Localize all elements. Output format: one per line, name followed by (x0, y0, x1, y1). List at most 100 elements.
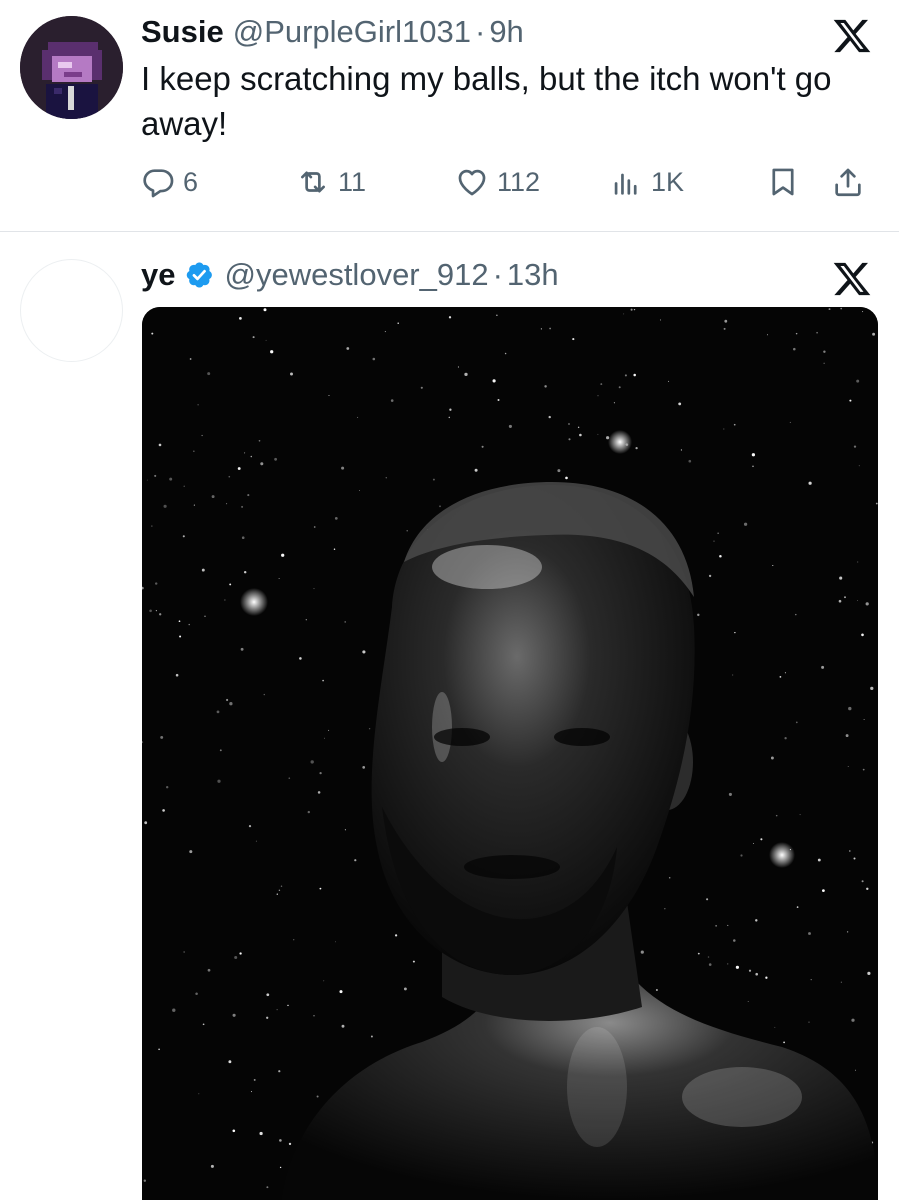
timestamp[interactable]: 9h (489, 14, 523, 50)
star (287, 1004, 289, 1007)
star (263, 308, 267, 312)
star (572, 338, 575, 341)
timestamp[interactable]: 13h (507, 257, 559, 293)
star (228, 475, 231, 478)
star (630, 308, 633, 311)
star (862, 768, 865, 771)
star (232, 1129, 236, 1133)
star (697, 952, 700, 955)
like-count: 112 (497, 166, 541, 197)
reply-button[interactable]: 6 (141, 162, 198, 202)
star (151, 525, 153, 527)
star (861, 880, 864, 883)
star (783, 1041, 785, 1044)
star (346, 347, 350, 350)
heart-icon (458, 169, 486, 196)
star (544, 385, 547, 388)
star (207, 968, 211, 972)
star (188, 623, 190, 626)
star (155, 582, 158, 585)
star (848, 706, 852, 711)
star (201, 434, 203, 437)
star (237, 467, 241, 470)
star (159, 613, 162, 616)
star (344, 829, 346, 831)
bookmark-button[interactable] (766, 162, 800, 202)
star (266, 1016, 269, 1019)
star (432, 478, 435, 481)
user-handle[interactable]: @PurpleGirl1031 (233, 14, 471, 50)
star (497, 398, 500, 402)
star (779, 676, 782, 678)
star (707, 956, 710, 958)
star (508, 424, 512, 428)
star (266, 1186, 269, 1189)
star (839, 576, 843, 580)
star (154, 474, 157, 477)
user-handle[interactable]: @yewestlover_912 (224, 257, 488, 293)
display-name[interactable]: Susie (141, 14, 224, 50)
star (857, 561, 859, 563)
retweet-button[interactable]: 11 (296, 162, 366, 202)
star (752, 465, 754, 468)
star (328, 729, 330, 731)
star (169, 477, 173, 481)
star (816, 331, 818, 334)
star (339, 990, 343, 994)
star (624, 374, 627, 377)
star (288, 1142, 292, 1146)
star (772, 564, 774, 567)
star (565, 476, 568, 480)
star (279, 1139, 282, 1142)
star (613, 402, 615, 404)
star (420, 386, 423, 389)
share-button[interactable] (831, 162, 865, 202)
star (623, 313, 625, 315)
avatar[interactable] (20, 16, 123, 119)
x-logo-icon[interactable] (832, 259, 872, 299)
star (201, 568, 205, 572)
avatar[interactable] (20, 259, 123, 362)
star (263, 693, 265, 696)
star (216, 710, 220, 714)
star (795, 332, 798, 335)
display-name[interactable]: ye (141, 257, 175, 293)
tweet-susie[interactable]: Susie @PurpleGirl1031 · 9h I keep scratc… (0, 0, 899, 232)
star (189, 358, 192, 360)
star (789, 421, 791, 423)
star (822, 889, 825, 892)
star (241, 505, 244, 508)
star (403, 987, 407, 991)
star (385, 477, 387, 479)
star (183, 951, 185, 953)
star (823, 350, 826, 353)
star (341, 1024, 345, 1028)
star (370, 1035, 373, 1038)
star (849, 399, 852, 402)
star (226, 503, 228, 505)
views-button[interactable]: 1K (609, 162, 684, 202)
tweet-media-image[interactable] (142, 307, 878, 1200)
star (723, 327, 726, 330)
star (313, 588, 315, 590)
x-logo-icon[interactable] (832, 16, 872, 56)
star (229, 583, 232, 586)
star (439, 505, 441, 508)
star (333, 548, 336, 550)
star (853, 445, 857, 448)
star (668, 380, 670, 382)
star (372, 357, 376, 361)
star (640, 950, 644, 954)
star (394, 934, 398, 937)
star (229, 702, 233, 706)
like-button[interactable]: 112 (455, 162, 540, 202)
star (853, 857, 856, 860)
star (328, 395, 330, 396)
star (728, 792, 732, 796)
pixel-character-avatar-icon (20, 16, 123, 119)
star (863, 719, 865, 720)
bookmark-icon (772, 168, 794, 196)
star (334, 517, 338, 520)
verified-badge-icon (187, 262, 213, 288)
star (795, 721, 798, 724)
